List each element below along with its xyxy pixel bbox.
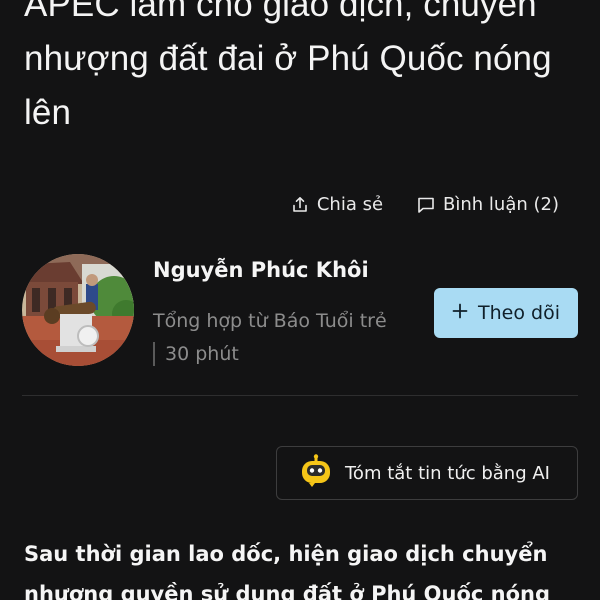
- publish-time-row: 30 phút: [153, 342, 239, 366]
- article-page: APEC làm cho giao dịch, chuyển nhượng đấ…: [0, 0, 600, 600]
- comment-button[interactable]: Bình luận (2): [417, 194, 559, 215]
- publish-time: 30 phút: [165, 343, 239, 365]
- ai-summary-label: Tóm tắt tin tức bằng AI: [345, 462, 550, 484]
- ai-summary-button[interactable]: Tóm tắt tin tức bằng AI: [276, 446, 578, 500]
- share-icon: [291, 196, 309, 214]
- author-source: Tổng hợp từ Báo Tuổi trẻ: [153, 310, 387, 332]
- follow-label: Theo dõi: [478, 302, 560, 324]
- follow-button[interactable]: Theo dõi: [434, 288, 578, 338]
- comment-icon: [417, 196, 435, 214]
- plus-icon: [452, 302, 468, 324]
- share-label: Chia sẻ: [316, 194, 384, 215]
- article-headline: APEC làm cho giao dịch, chuyển nhượng đấ…: [24, 0, 552, 132]
- comment-label: Bình luận (2): [443, 194, 559, 215]
- author-avatar[interactable]: [22, 254, 134, 366]
- author-block: Nguyễn Phúc Khôi Tổng hợp từ Báo Tuổi tr…: [22, 254, 578, 384]
- share-button[interactable]: Chia sẻ: [291, 194, 383, 215]
- article-actions: Chia sẻ Bình luận (2): [291, 194, 559, 215]
- robot-icon: [299, 453, 333, 493]
- separator-bar: [153, 342, 155, 366]
- section-divider: [22, 395, 578, 396]
- author-name[interactable]: Nguyễn Phúc Khôi: [153, 258, 369, 282]
- article-lead: Sau thời gian lao dốc, hiện giao dịch ch…: [24, 542, 551, 600]
